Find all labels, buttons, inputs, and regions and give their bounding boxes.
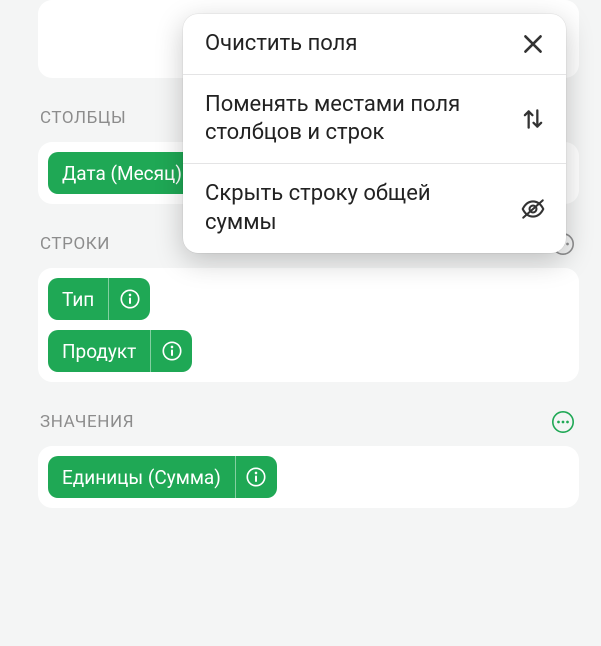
section-values: ЗНАЧЕНИЯ Единицы (Сумма) — [38, 408, 579, 508]
swap-vertical-icon — [520, 106, 546, 132]
chip-info-button[interactable] — [108, 278, 150, 320]
menu-item-label: Поменять местами поля столбцов и строк — [205, 91, 506, 147]
values-more-button[interactable] — [549, 408, 577, 436]
chip-info-button[interactable] — [235, 456, 277, 498]
field-chip[interactable]: Единицы (Сумма) — [48, 456, 277, 498]
menu-item-swap-fields[interactable]: Поменять местами поля столбцов и строк — [183, 74, 566, 163]
field-options-menu: Очистить поля Поменять местами поля стол… — [183, 14, 566, 253]
chip-label: Дата (Месяц) — [48, 152, 196, 194]
menu-item-hide-total-row[interactable]: Скрыть строку общей суммы — [183, 163, 566, 252]
chip-label: Тип — [48, 278, 108, 320]
field-chip[interactable]: Продукт — [48, 330, 192, 372]
eye-off-icon — [520, 196, 546, 222]
section-title-rows: СТРОКИ — [40, 234, 110, 254]
chip-label: Продукт — [48, 330, 150, 372]
chip-label: Единицы (Сумма) — [48, 456, 235, 498]
field-chip[interactable]: Тип — [48, 278, 150, 320]
close-icon — [520, 31, 546, 57]
menu-item-clear-fields[interactable]: Очистить поля — [183, 14, 566, 74]
menu-item-label: Скрыть строку общей суммы — [205, 180, 506, 236]
chip-info-button[interactable] — [150, 330, 192, 372]
section-rows: СТРОКИ Тип — [38, 230, 579, 382]
rows-card[interactable]: Тип Продукт — [38, 268, 579, 382]
values-card[interactable]: Единицы (Сумма) — [38, 446, 579, 508]
section-header-values: ЗНАЧЕНИЯ — [38, 408, 579, 446]
section-title-values: ЗНАЧЕНИЯ — [40, 412, 134, 432]
section-title-columns: СТОЛБЦЫ — [40, 108, 126, 128]
menu-item-label: Очистить поля — [205, 30, 357, 58]
